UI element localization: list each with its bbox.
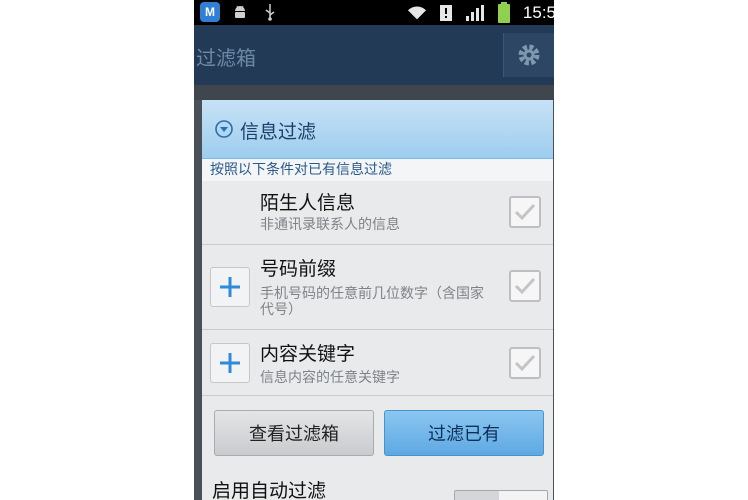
item-desc: 非通讯录联系人的信息 [260,217,400,233]
app-bar: 过滤箱 [194,25,554,85]
signal-icon [465,3,485,23]
add-prefix-button[interactable] [210,267,250,307]
plus-icon [220,277,240,297]
dialog-subheader: 按照以下条件对已有信息过滤 [202,159,553,181]
stranger-checkbox[interactable] [509,196,541,228]
usb-icon [260,2,280,22]
clock: 15:5 [522,2,554,22]
list-item-keyword[interactable]: 内容关键字 信息内容的任意关键字 [202,331,553,396]
toggle-off-segment [499,491,547,500]
plus-icon [220,353,240,373]
item-desc: 信息内容的任意关键字 [260,370,400,386]
filter-dialog: 信息过滤 按照以下条件对已有信息过滤 陌生人信息 非通讯录联系人的信息 号码前缀… [202,100,553,500]
gear-icon [518,44,540,66]
wifi-icon [407,3,427,23]
item-title: 号码前缀 [260,258,337,280]
settings-button[interactable] [503,33,554,77]
keyword-checkbox[interactable] [509,347,541,379]
toggle-on-segment [455,491,499,500]
prefix-checkbox[interactable] [509,270,541,302]
phone-screen: M 15:5 过滤箱 信息过滤 按照以下条件对已有信息过滤 陌生人信息 非通讯录… [194,0,554,500]
add-keyword-button[interactable] [210,343,250,383]
filter-existing-button[interactable]: 过滤已有 [384,410,544,456]
item-title: 内容关键字 [260,343,356,365]
check-icon [514,354,536,372]
check-icon [514,203,536,221]
status-bar: M 15:5 [194,0,554,25]
item-desc: 手机号码的任意前几位数字（含国家代号） [260,286,484,318]
dialog-header: 信息过滤 [202,100,553,159]
item-title: 陌生人信息 [260,192,356,214]
sim-info-icon [436,3,456,23]
auto-filter-toggle[interactable] [454,490,548,500]
android-icon [230,2,250,22]
battery-icon [494,1,514,23]
app-bar-title: 过滤箱 [196,46,256,70]
list-item-prefix[interactable]: 号码前缀 手机号码的任意前几位数字（含国家代号） [202,246,553,330]
check-icon [514,277,536,295]
auto-filter-label: 启用自动过滤 [212,480,327,500]
view-filter-box-button[interactable]: 查看过滤箱 [214,410,374,456]
list-item-stranger[interactable]: 陌生人信息 非通讯录联系人的信息 [202,182,553,245]
app-badge-icon: M [200,2,220,22]
dim-overlay [194,85,554,100]
collapse-circle-icon [215,120,233,138]
dialog-title: 信息过滤 [240,121,317,143]
